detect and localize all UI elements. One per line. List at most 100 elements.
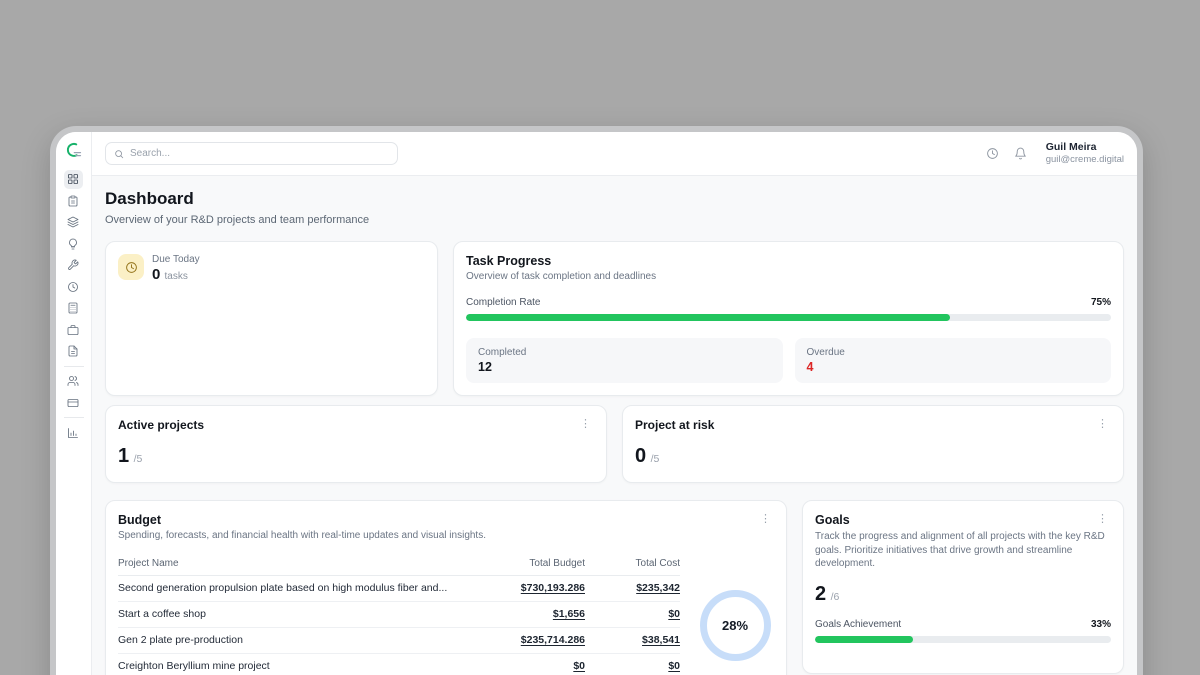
sidebar-nav xyxy=(64,167,84,445)
dashboard-grid-icon xyxy=(67,173,79,185)
total-budget-cell[interactable]: $235,714.286 xyxy=(475,634,585,646)
sidebar-item-users[interactable] xyxy=(64,372,83,391)
sidebar-item-layers[interactable] xyxy=(64,213,83,232)
search-input[interactable]: Search... xyxy=(105,142,398,165)
goals-subtitle: Track the progress and alignment of all … xyxy=(815,530,1111,571)
due-today-label: Due Today xyxy=(152,254,200,265)
creme-logo-icon xyxy=(64,140,84,160)
active-projects-card: Active projects ⋮ 1 /5 xyxy=(105,405,607,483)
task-progress-card: Task Progress Overview of task completio… xyxy=(453,241,1124,396)
total-budget-cell[interactable]: $730,193.286 xyxy=(475,582,585,594)
users-icon xyxy=(67,375,79,387)
user-menu[interactable]: Guil Meira guil@creme.digital xyxy=(1046,141,1124,166)
column-project-name: Project Name xyxy=(118,558,475,569)
dashboard-content: Dashboard Overview of your R&D projects … xyxy=(92,176,1137,675)
goals-achievement-label: Goals Achievement xyxy=(815,619,901,630)
goals-card: Goals ⋮ Track the progress and alignment… xyxy=(802,500,1124,674)
due-today-card: Due Today 0 tasks xyxy=(105,241,438,396)
total-budget-cell[interactable]: $1,656 xyxy=(475,608,585,620)
page-subtitle: Overview of your R&D projects and team p… xyxy=(105,213,1124,227)
total-cost-cell[interactable]: $38,541 xyxy=(585,634,680,646)
table-row: Second generation propulsion plate based… xyxy=(118,576,680,602)
sidebar-item-briefcase[interactable] xyxy=(64,320,83,339)
project-name-cell: Creighton Beryllium mine project xyxy=(118,660,475,672)
total-budget-cell[interactable]: $0 xyxy=(475,660,585,672)
stat-completed: Completed 12 xyxy=(466,338,783,383)
sidebar-item-wrench[interactable] xyxy=(64,256,83,275)
stat-value: 12 xyxy=(478,360,771,374)
column-total-cost: Total Cost xyxy=(585,558,680,569)
budget-menu-icon[interactable]: ⋮ xyxy=(757,513,774,525)
notifications-bell-icon[interactable] xyxy=(1014,147,1027,160)
project-at-risk-menu-icon[interactable]: ⋮ xyxy=(1094,418,1111,430)
table-row: Creighton Beryllium mine project$0$0 xyxy=(118,654,680,675)
wrench-icon xyxy=(67,259,79,271)
total-cost-cell[interactable]: $0 xyxy=(585,660,680,672)
project-at-risk-card: Project at risk ⋮ 0 /5 xyxy=(622,405,1124,483)
sidebar-item-document[interactable] xyxy=(64,342,83,361)
goals-title: Goals xyxy=(815,513,850,527)
stat-label: Completed xyxy=(478,347,771,358)
active-projects-menu-icon[interactable]: ⋮ xyxy=(577,418,594,430)
budget-table-header: Project Name Total Budget Total Cost xyxy=(118,554,680,576)
stat-label: Overdue xyxy=(807,347,1100,358)
project-at-risk-title: Project at risk xyxy=(635,418,714,432)
due-today-unit: tasks xyxy=(165,271,188,282)
history-clock-icon[interactable] xyxy=(986,147,999,160)
project-name-cell: Gen 2 plate pre-production xyxy=(118,634,475,646)
sidebar-item-lightbulb[interactable] xyxy=(64,234,83,253)
sidebar-divider xyxy=(64,417,84,418)
sidebar: V1.0 xyxy=(56,132,92,675)
search-icon xyxy=(114,149,124,159)
lightbulb-icon xyxy=(67,238,79,250)
active-projects-title: Active projects xyxy=(118,418,204,432)
goals-total: /6 xyxy=(831,591,840,603)
stat-value: 4 xyxy=(807,360,1100,374)
topbar: Search... Guil Meira guil@creme.digital xyxy=(92,132,1137,176)
calculator-icon xyxy=(67,302,79,314)
project-at-risk-total: /5 xyxy=(651,453,660,465)
task-progress-stats: Completed 12 Overdue 4 xyxy=(466,338,1111,383)
page-title: Dashboard xyxy=(105,188,1124,210)
goals-progress-fill xyxy=(815,636,913,643)
sidebar-item-bar-chart[interactable] xyxy=(64,423,83,442)
briefcase-icon xyxy=(67,324,79,336)
project-at-risk-value: 0 xyxy=(635,445,646,467)
table-row: Gen 2 plate pre-production$235,714.286$3… xyxy=(118,628,680,654)
due-today-clock-icon xyxy=(118,254,144,280)
device-frame: V1.0 Search... Guil M xyxy=(50,126,1143,675)
total-cost-cell[interactable]: $235,342 xyxy=(585,582,680,594)
completion-progress-bar xyxy=(466,314,1111,321)
completion-rate-label: Completion Rate xyxy=(466,297,540,308)
active-projects-value: 1 xyxy=(118,445,129,467)
main-area: Search... Guil Meira guil@creme.digital xyxy=(92,132,1137,675)
due-today-value: 0 xyxy=(152,266,160,283)
budget-card: Budget ⋮ Spending, forecasts, and financ… xyxy=(105,500,787,675)
sidebar-item-clock[interactable] xyxy=(64,277,83,296)
search-placeholder: Search... xyxy=(130,148,170,159)
active-projects-total: /5 xyxy=(134,453,143,465)
layers-icon xyxy=(67,216,79,228)
budget-title: Budget xyxy=(118,513,161,527)
credit-card-icon xyxy=(67,397,79,409)
clock-icon xyxy=(67,281,79,293)
sidebar-item-clipboard[interactable] xyxy=(64,191,83,210)
bar-chart-icon xyxy=(67,427,79,439)
budget-donut-wrap: 28% xyxy=(696,554,774,675)
task-progress-subtitle: Overview of task completion and deadline… xyxy=(466,271,1111,282)
total-cost-cell[interactable]: $0 xyxy=(585,608,680,620)
sidebar-item-dashboard-grid[interactable] xyxy=(64,170,83,189)
column-total-budget: Total Budget xyxy=(475,558,585,569)
completion-progress-fill xyxy=(466,314,950,321)
project-name-cell: Second generation propulsion plate based… xyxy=(118,582,475,594)
goals-menu-icon[interactable]: ⋮ xyxy=(1094,513,1111,525)
sidebar-item-calculator[interactable] xyxy=(64,299,83,318)
task-progress-title: Task Progress xyxy=(466,254,1111,268)
budget-table: Project Name Total Budget Total Cost Sec… xyxy=(118,554,680,675)
clipboard-icon xyxy=(67,195,79,207)
document-icon xyxy=(67,345,79,357)
goals-value: 2 xyxy=(815,583,826,605)
user-name: Guil Meira xyxy=(1046,141,1124,154)
sidebar-item-credit-card[interactable] xyxy=(64,393,83,412)
app-window: V1.0 Search... Guil M xyxy=(56,132,1137,675)
